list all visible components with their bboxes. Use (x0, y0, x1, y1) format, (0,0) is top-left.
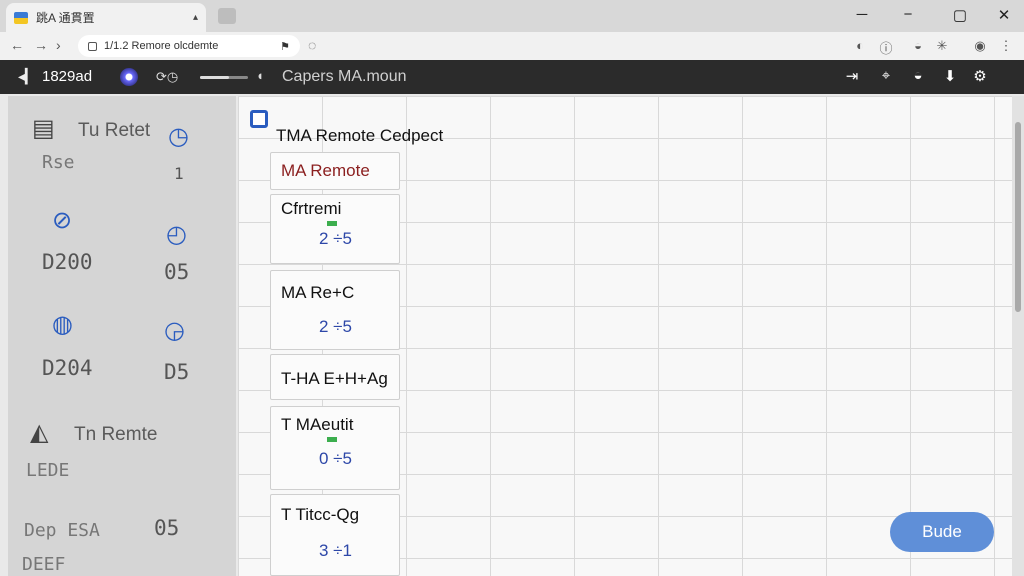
card-label: T-HA E+H+Ag (281, 369, 388, 388)
edit-icon[interactable]: ⊘ (52, 206, 72, 235)
tab-menu-icon[interactable]: ▴ (193, 12, 198, 23)
card-value: 0 ÷5 (319, 449, 352, 468)
status-indicator (327, 221, 337, 226)
row-2-left-value: D204 (42, 356, 93, 380)
chat-icon[interactable]: ◍ (52, 310, 73, 339)
row-1-left-value: D200 (42, 250, 93, 274)
browser-tabstrip: 跳A 通貫置 ▴ ─ − ▢ ✕ (0, 0, 1024, 32)
scrollbar-thumb[interactable] (1015, 122, 1021, 312)
card-t-titcc[interactable]: T Titcc-Qg 3 ÷1 (270, 494, 400, 576)
profile-icon[interactable]: ◉ (972, 38, 988, 54)
tab-title: 跳A 通貫置 (36, 11, 95, 25)
sidebar-subtitle: Rse (42, 152, 75, 173)
session-code: 1829ad (42, 68, 93, 85)
sidebar-footer-title: Tn Remte (74, 424, 158, 445)
close-window-button[interactable]: ✕ (994, 6, 1014, 24)
card-t-ha[interactable]: T-HA E+H+Ag (270, 354, 400, 400)
sidebar-footer-left-2: DEEF (22, 554, 66, 575)
card-label: T MAeutit (281, 415, 354, 434)
card-value: 3 ÷1 (319, 541, 352, 560)
minimize-button[interactable]: − (898, 6, 918, 23)
row-2-right-value: D5 (164, 360, 190, 384)
gear-icon[interactable]: ⚙ (970, 67, 990, 85)
settings-star-icon[interactable]: ✳ (934, 38, 950, 54)
bookmark-icon[interactable]: ⚑ (280, 40, 290, 53)
wifi-icon[interactable]: ◒ (908, 67, 928, 84)
sidebar-footer-left: Dep ESA (24, 520, 100, 541)
card-label: MA Remote (281, 161, 370, 180)
sidebar-footer-right: 05 (154, 516, 180, 540)
app-header: ◂▎ 1829ad ⟳◷ ◖ Capers MA.moun ⇥ ⌖ ◒ ⬇ ⚙ (0, 60, 1024, 94)
address-bar[interactable]: 1/1.2 Remore olcdemte ⚑ (78, 35, 300, 57)
volume-icon[interactable]: ◖ (256, 68, 264, 83)
stopwatch-icon[interactable]: ◶ (164, 316, 185, 345)
media-controls-icon[interactable]: ⟳◷ (156, 69, 178, 85)
app-title: Capers MA.moun (282, 68, 407, 85)
vertical-scrollbar[interactable] (1012, 96, 1024, 576)
card-label: T Titcc-Qg (281, 505, 360, 524)
card-value: 2 ÷5 (319, 229, 352, 248)
playback-progress-bar[interactable] (200, 76, 248, 79)
clock-icon[interactable]: ◷ (168, 122, 189, 151)
sidebar-title: Tu Retet (78, 120, 151, 141)
browser-tab[interactable]: 跳A 通貫置 ▴ (6, 3, 206, 32)
lock-icon (88, 41, 97, 51)
app-logo-icon (120, 68, 138, 86)
card-ma-remote[interactable]: MA Remote (270, 152, 400, 190)
card-cfrtremi[interactable]: Cfrtremi 2 ÷5 (270, 194, 400, 264)
card-label: MA Re+C (281, 283, 355, 302)
sidebar-footer-sub: LEDE (26, 460, 70, 481)
main-grid: TMA Remote Cedpect MA Remote Cfrtremi 2 … (238, 96, 1012, 576)
address-bar-status-icon: ◌ (308, 37, 317, 53)
document-icon: ▤ (32, 115, 55, 142)
browser-toolbar: ← → › 1/1.2 Remore olcdemte ⚑ ◌ ◐ ⓘ ◒ ✳ … (0, 32, 1024, 60)
forward-arrow-icon[interactable]: → (34, 37, 48, 53)
pin-icon[interactable]: ⌖ (876, 67, 896, 84)
card-label: Cfrtremi (281, 199, 342, 218)
download-icon[interactable]: ⬇ (940, 67, 960, 85)
back-icon[interactable]: ◂▎ (18, 68, 36, 85)
info-icon[interactable]: ⓘ (878, 38, 894, 57)
main-title: TMA Remote Cedpect (276, 126, 444, 145)
browser-menu-icon[interactable]: ⋮ (998, 38, 1014, 54)
tab-favicon-icon (14, 11, 28, 24)
extension-icon[interactable]: ◐ (852, 38, 868, 53)
tag-icon: ◭ (30, 419, 49, 446)
cloud-icon[interactable]: ◒ (910, 38, 926, 53)
back-arrow-icon[interactable]: ← (10, 37, 24, 53)
card-ma-re-c[interactable]: MA Re+C 2 ÷5 (270, 270, 400, 350)
minimize-bar-icon[interactable]: ─ (852, 6, 872, 23)
address-text: 1/1.2 Remore olcdemte (104, 40, 219, 52)
card-t-maeutit[interactable]: T MAeutit 0 ÷5 (270, 406, 400, 490)
card-value: 2 ÷5 (319, 317, 352, 336)
left-sidebar: ▤ Tu Retet ◷ Rse 1 ⊘ ◴ D200 05 ◍ ◶ D204 … (8, 96, 236, 576)
clock-value: 1 (174, 164, 184, 183)
maximize-button[interactable]: ▢ (950, 6, 970, 24)
reload-icon[interactable]: › (56, 37, 61, 53)
remote-icon (250, 110, 268, 128)
status-indicator (327, 437, 337, 442)
new-tab-button[interactable] (218, 8, 236, 24)
timer-icon[interactable]: ◴ (166, 220, 187, 249)
row-1-right-value: 05 (164, 260, 190, 284)
bude-button[interactable]: Bude (890, 512, 994, 552)
transfer-icon[interactable]: ⇥ (842, 67, 862, 85)
